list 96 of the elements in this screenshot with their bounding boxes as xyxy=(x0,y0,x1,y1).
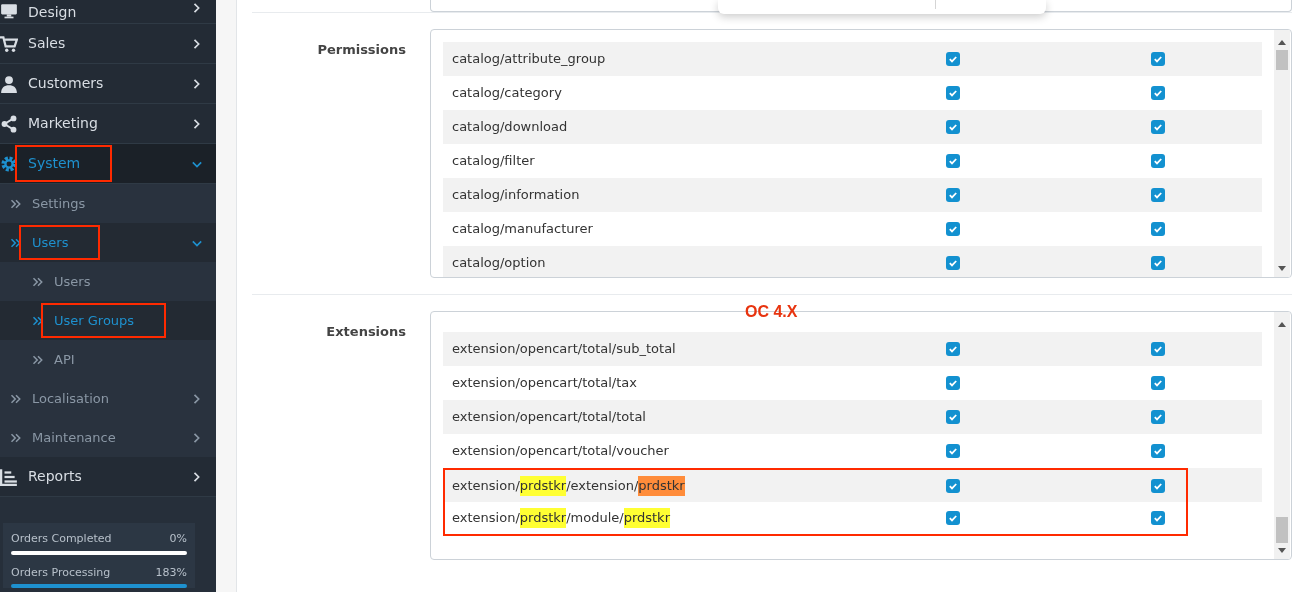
checkbox[interactable] xyxy=(946,188,960,202)
double-chevron-icon xyxy=(32,353,44,366)
item-label: Sales xyxy=(28,34,66,53)
checkbox[interactable] xyxy=(946,511,960,525)
stat-label: Orders Processing xyxy=(11,564,111,581)
double-chevron-icon xyxy=(10,431,22,444)
route-text: catalog/filter xyxy=(452,152,535,171)
stat-value: 183% xyxy=(155,564,187,581)
item-label: Reports xyxy=(28,467,82,486)
route-text: catalog/manufacturer xyxy=(452,220,593,239)
item-label: Marketing xyxy=(28,114,98,133)
checkbox[interactable] xyxy=(946,120,960,134)
route-text: catalog/attribute_group xyxy=(452,50,606,69)
monitor-icon xyxy=(0,2,18,20)
checkbox[interactable] xyxy=(946,376,960,390)
checkbox[interactable] xyxy=(1151,222,1165,236)
route-text: catalog/information xyxy=(452,186,580,205)
checkbox[interactable] xyxy=(946,154,960,168)
checkbox[interactable] xyxy=(946,256,960,270)
route-text: catalog/download xyxy=(452,118,568,137)
route-text: extension/opencart/total/voucher xyxy=(452,442,669,461)
checkbox[interactable] xyxy=(1151,511,1165,525)
sidebar-item[interactable]: Design xyxy=(0,0,216,24)
route-text: extension/opencart/total/total xyxy=(452,408,646,427)
checkbox[interactable] xyxy=(946,479,960,493)
stat-label: Orders Completed xyxy=(11,531,112,547)
sidebar-item[interactable]: Marketing xyxy=(0,104,216,144)
sidebar-item[interactable]: Settings xyxy=(0,184,216,223)
item-label: User Groups xyxy=(54,312,135,328)
scrollbar[interactable] xyxy=(1274,312,1290,559)
checkbox[interactable] xyxy=(1151,479,1165,493)
scroll-up-icon xyxy=(1278,40,1286,45)
sidebar-item[interactable]: Reports xyxy=(0,457,216,497)
sidebar-item[interactable]: Maintenance xyxy=(0,418,216,457)
checkbox[interactable] xyxy=(1151,188,1165,202)
checkbox[interactable] xyxy=(1151,410,1165,424)
section-label: Permissions xyxy=(316,41,406,59)
route-text: catalog/category xyxy=(452,84,562,103)
double-chevron-icon xyxy=(10,392,22,405)
sidebar-item[interactable]: System xyxy=(0,144,216,184)
checkbox[interactable] xyxy=(946,410,960,424)
checkbox[interactable] xyxy=(946,342,960,356)
checkbox[interactable] xyxy=(946,222,960,236)
bar-chart-icon xyxy=(0,467,18,486)
checkbox[interactable] xyxy=(1151,256,1165,270)
double-chevron-icon xyxy=(10,236,22,249)
annotation-text: OC 4.X xyxy=(745,302,798,322)
sidebar-item[interactable]: Localisation xyxy=(0,379,216,418)
settings-icon xyxy=(0,154,18,173)
checkbox[interactable] xyxy=(946,444,960,458)
sidebar-item[interactable]: Sales xyxy=(0,24,216,64)
checkbox[interactable] xyxy=(1151,444,1165,458)
item-label: Users xyxy=(54,272,91,291)
user-icon xyxy=(0,74,18,93)
sidebar-item[interactable]: Customers xyxy=(0,64,216,104)
checkbox[interactable] xyxy=(1151,342,1165,356)
scroll-down-icon xyxy=(1278,266,1286,271)
item-label: Settings xyxy=(32,194,86,213)
sidebar-item[interactable]: Users xyxy=(0,223,216,262)
search-highlight: prdstkr xyxy=(638,476,685,496)
route-text: /module/ xyxy=(566,509,624,528)
sidebar-item[interactable]: API xyxy=(0,340,216,379)
checkbox[interactable] xyxy=(946,86,960,100)
route-text: extension/ xyxy=(452,477,520,496)
item-label: System xyxy=(28,155,81,171)
item-label: Customers xyxy=(28,74,104,93)
route-text: catalog/option xyxy=(452,254,546,273)
scroll-thumb[interactable] xyxy=(1276,50,1288,70)
checkbox[interactable] xyxy=(1151,86,1165,100)
item-label: Users xyxy=(32,234,69,250)
checkbox[interactable] xyxy=(1151,154,1165,168)
sidebar-item[interactable]: Users xyxy=(0,262,216,301)
item-label: Design xyxy=(28,3,77,22)
item-label: Maintenance xyxy=(32,428,116,447)
item-label: Localisation xyxy=(32,389,109,408)
scroll-up-icon xyxy=(1278,322,1286,327)
checkbox[interactable] xyxy=(1151,376,1165,390)
checkbox[interactable] xyxy=(1151,52,1165,66)
route-text: extension/opencart/total/sub_total xyxy=(452,340,676,359)
checkbox[interactable] xyxy=(1151,120,1165,134)
double-chevron-icon xyxy=(10,197,22,210)
share-icon xyxy=(0,114,18,133)
sidebar-item[interactable]: User Groups xyxy=(0,301,216,340)
route-text: extension/ xyxy=(452,509,520,528)
section-label: Extensions xyxy=(325,323,406,341)
checkbox[interactable] xyxy=(946,52,960,66)
scroll-down-icon xyxy=(1278,548,1286,553)
route-text: extension/opencart/total/tax xyxy=(452,374,637,393)
stat-value: 0% xyxy=(169,531,187,547)
route-text: /extension/ xyxy=(566,477,639,496)
scroll-thumb[interactable] xyxy=(1276,517,1288,543)
scrollbar[interactable] xyxy=(1274,30,1290,277)
cart-icon xyxy=(0,34,18,53)
double-chevron-icon xyxy=(32,275,44,288)
item-label: API xyxy=(54,350,75,369)
double-chevron-icon xyxy=(32,314,44,327)
